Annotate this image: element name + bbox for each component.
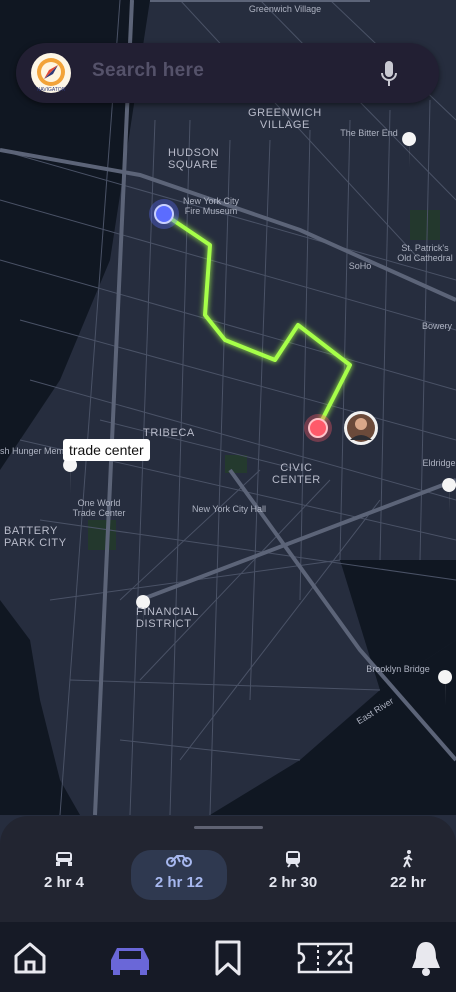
map-label-st-patricks: St. Patrick's Old Cathedral [397, 243, 453, 263]
map-label-tribeca: TRIBECA [143, 427, 195, 439]
origin-marker[interactable] [154, 204, 174, 224]
home-icon[interactable] [10, 938, 50, 978]
search-input[interactable]: Search here [92, 60, 204, 82]
avatar[interactable] [344, 411, 378, 445]
navigator-logo-icon[interactable]: NAVIGATOR [30, 52, 72, 94]
microphone-icon[interactable] [379, 59, 399, 89]
map-label-fire-museum: New York City Fire Museum [182, 196, 240, 216]
map-label-greenwich-village: GREENWICH VILLAGE [248, 107, 322, 131]
map-label-soho: SoHo [348, 261, 372, 271]
mode-walk-button[interactable]: 22 hr [358, 850, 456, 900]
mode-bike-button[interactable]: 2 hr 12 [131, 850, 227, 900]
mode-car-button[interactable]: 2 hr 4 [14, 850, 114, 900]
mode-walk-time: 22 hr [390, 874, 426, 891]
location-callout[interactable]: trade center [63, 439, 150, 461]
map-label-hudson-square: HUDSON SQUARE [168, 147, 220, 171]
map-label-city-hall: New York City Hall [191, 504, 267, 514]
walking-icon [403, 850, 413, 868]
bell-icon[interactable] [406, 938, 446, 978]
map-label-brooklyn-bridge: Brooklyn Bridge [366, 664, 430, 674]
map-label-greenwich-village-top: Greenwich Village [248, 4, 322, 14]
mode-bike-time: 2 hr 12 [154, 874, 204, 891]
map-label-one-world: One World Trade Center [72, 498, 126, 518]
car-icon [56, 852, 72, 866]
map-label-civic-center: CIVIC CENTER [272, 462, 321, 486]
bottom-navigation [0, 922, 456, 992]
map-label-battery-park: BATTERY PARK CITY [4, 525, 67, 549]
motorbike-icon [166, 855, 192, 867]
train-icon [286, 851, 300, 868]
car-icon[interactable] [107, 938, 153, 978]
bookmark-icon[interactable] [208, 938, 248, 978]
ticket-percent-icon[interactable] [296, 938, 354, 978]
map-label-bitter-end: The Bitter End [340, 128, 398, 138]
mode-transit-time: 2 hr 30 [268, 874, 318, 891]
search-bar[interactable]: NAVIGATOR Search here [16, 43, 439, 103]
svg-text:NAVIGATOR: NAVIGATOR [37, 87, 66, 93]
map-label-financial: FINANCIAL DISTRICT [136, 606, 199, 630]
mode-car-time: 2 hr 4 [43, 874, 85, 891]
map-label-bowery: Bowery [421, 321, 452, 331]
drag-handle[interactable] [194, 826, 263, 829]
map-label-eldridge: Eldridge [422, 458, 456, 468]
destination-marker[interactable] [308, 418, 328, 438]
travel-mode-panel: 2 hr 4 2 hr 12 2 hr 30 22 hr [0, 816, 456, 922]
map-label-hunger: sh Hunger Mem [0, 446, 65, 456]
mode-transit-button[interactable]: 2 hr 30 [243, 850, 343, 900]
